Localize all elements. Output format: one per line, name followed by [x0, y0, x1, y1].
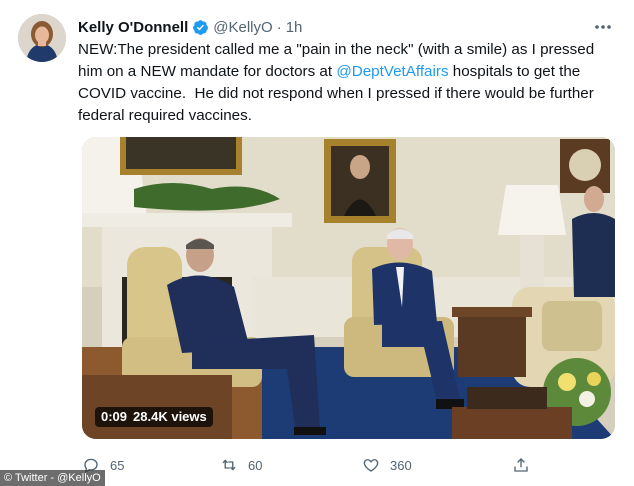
tweet-card[interactable]: Kelly O'Donnell @KellyO · 1h NEW:The pre…	[0, 0, 634, 486]
video-duration: 0:09	[101, 409, 128, 424]
like-icon	[363, 459, 379, 472]
tweet-text: NEW:The president called me a "pain in t…	[78, 39, 618, 127]
video-frame	[82, 137, 615, 439]
action-bar: 65 60 360	[78, 452, 548, 478]
reply-count: 65	[110, 457, 125, 473]
verified-icon	[193, 19, 209, 35]
avatar[interactable]	[18, 14, 66, 62]
video-views: 28.4K views	[133, 409, 207, 424]
image-credit: © Twitter - @KellyO	[0, 470, 105, 486]
more-icon[interactable]	[592, 18, 614, 36]
tweet-header: Kelly O'Donnell @KellyO · 1h	[78, 16, 614, 38]
separator-dot: ·	[276, 18, 282, 36]
like-button[interactable]: 360	[362, 452, 412, 478]
share-icon	[514, 458, 528, 472]
mention-link[interactable]: @DeptVetAffairs	[336, 63, 448, 80]
share-button[interactable]	[512, 452, 530, 478]
retweet-count: 60	[248, 457, 263, 473]
author-handle[interactable]: @KellyO	[213, 19, 272, 36]
like-count: 360	[390, 457, 412, 473]
video-badge: 0:09 28.4K views	[95, 407, 213, 427]
retweet-button[interactable]: 60	[220, 452, 262, 478]
video-player[interactable]	[82, 137, 615, 439]
author-name[interactable]: Kelly O'Donnell	[78, 19, 188, 36]
retweet-icon	[222, 459, 236, 471]
timestamp[interactable]: 1h	[286, 19, 303, 36]
